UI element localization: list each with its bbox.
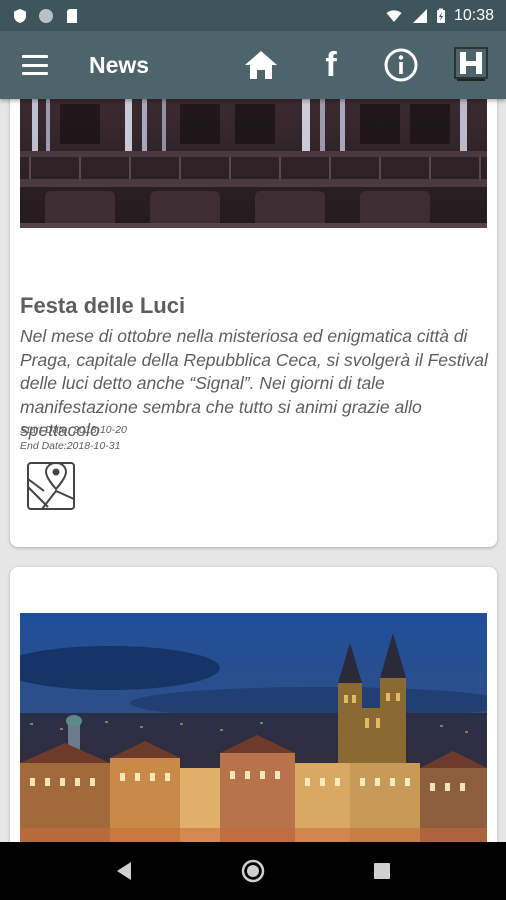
facebook-icon: f: [325, 45, 337, 84]
facebook-button[interactable]: f: [296, 31, 366, 99]
map-pin-icon: [27, 461, 75, 510]
recents-icon: [373, 863, 390, 879]
home-icon: [245, 51, 277, 79]
logo-icon: [454, 47, 488, 81]
circle-icon: [39, 8, 53, 23]
start-date: Start Date: 2018-10-20: [20, 424, 127, 436]
wifi-icon: [386, 9, 402, 22]
status-time: 10:38: [453, 6, 494, 24]
map-button[interactable]: [26, 461, 76, 511]
home-circle-icon: [241, 859, 265, 883]
page-title: News: [89, 51, 150, 78]
news-list[interactable]: Festa delle Luci Nel mese di ottobre nel…: [0, 99, 506, 842]
news-image: [20, 613, 487, 842]
system-nav-bar: [0, 842, 506, 900]
status-notifications: [12, 8, 80, 24]
shield-icon: [14, 8, 26, 23]
home-nav-button[interactable]: [223, 842, 283, 900]
back-icon: [117, 862, 132, 880]
end-date: End Date:2018-10-31: [20, 440, 121, 452]
news-image: [20, 99, 487, 228]
status-system: 10:38: [384, 7, 494, 25]
news-card[interactable]: [10, 567, 497, 842]
recents-button[interactable]: [352, 842, 412, 900]
status-bar: 10:38: [0, 0, 506, 31]
app-bar: News f: [0, 31, 506, 99]
news-title: Festa delle Luci: [20, 293, 186, 318]
info-button[interactable]: [366, 31, 436, 99]
logo-button[interactable]: [436, 31, 506, 99]
home-button[interactable]: [226, 31, 296, 99]
sd-card-icon: [67, 8, 77, 23]
back-button[interactable]: [94, 842, 154, 900]
app-bar-actions: f: [226, 31, 506, 99]
menu-button[interactable]: [22, 55, 48, 75]
signal-icon: [412, 8, 427, 23]
menu-icon: [22, 55, 48, 58]
news-card[interactable]: Festa delle Luci Nel mese di ottobre nel…: [10, 99, 497, 547]
battery-icon: [436, 8, 445, 23]
info-icon: [384, 48, 418, 82]
